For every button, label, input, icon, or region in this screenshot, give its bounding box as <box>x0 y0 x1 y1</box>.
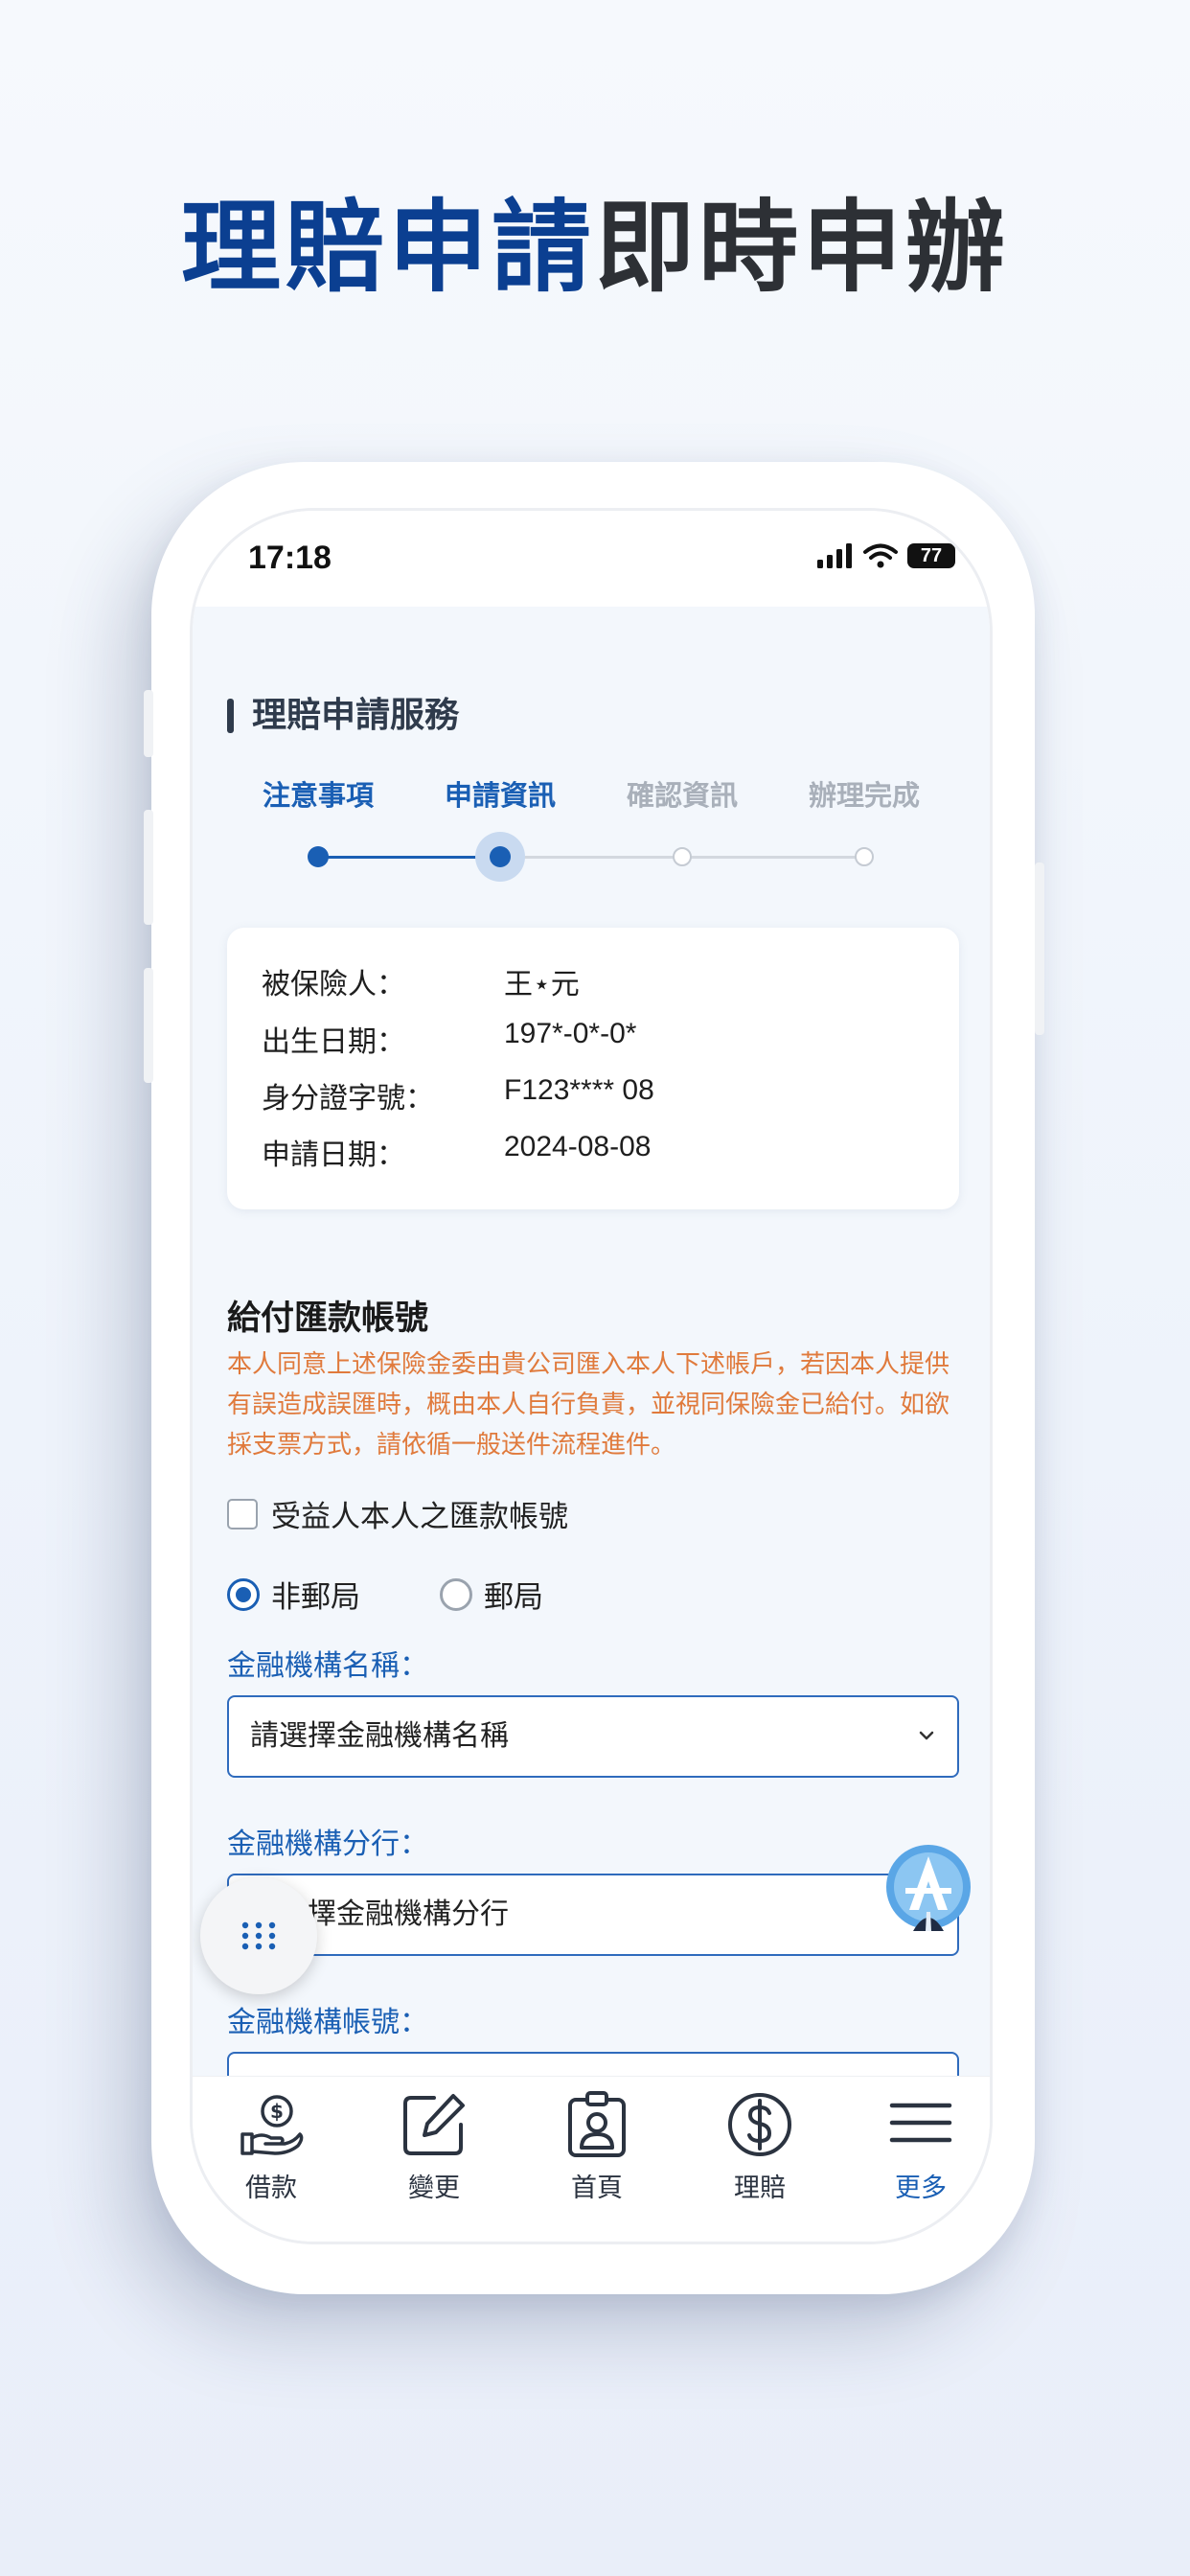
step-dot-done <box>308 846 329 867</box>
step-dot-todo <box>673 847 692 866</box>
promo-headline: 理賠申請即時申辦 <box>0 190 1190 305</box>
progress-stepper: 注意事項 申請資訊 確認資訊 辦理完成 <box>227 773 955 882</box>
branch-select[interactable]: 請選擇金融機構分行 <box>227 1874 959 1956</box>
institution-select-text: 請選擇金融機構名稱 <box>250 1719 509 1753</box>
menu-icon <box>889 2103 952 2143</box>
status-bar: 17:18 77 <box>193 511 990 607</box>
step-label-4: 辦理完成 <box>808 779 920 812</box>
grid-dots-icon <box>241 1921 276 1950</box>
payment-account-title: 給付匯款帳號 <box>227 1300 429 1338</box>
info-key: 身分證字號： <box>262 1082 434 1116</box>
insured-info-card: 被保險人： 王⋆元 出生日期： 197*-0*-0* 身分證字號： F123**… <box>227 928 959 1209</box>
tab-label: 變更 <box>408 2174 460 2203</box>
tab-label: 理賠 <box>734 2174 786 2203</box>
step-dot-todo <box>855 847 874 866</box>
radio-label: 郵局 <box>484 1580 543 1615</box>
edit-icon <box>403 2094 465 2155</box>
main-content[interactable]: 理賠申請服務 注意事項 申請資訊 確認資訊 辦理完成 被保險人： 王⋆元 出生日… <box>193 607 990 2076</box>
radio-button-selected[interactable] <box>227 1577 260 1611</box>
tab-claims[interactable]: 理賠 <box>702 2090 817 2204</box>
phone-screen: 17:18 77 理賠申請服務 注意事項 申請資訊 確認資訊 辦理完成 被保險人… <box>190 508 993 2244</box>
account-label: 金融機構帳號： <box>227 2006 428 2039</box>
phone-side-button <box>144 968 153 1083</box>
phone-side-button <box>144 690 153 757</box>
info-key: 被保險人： <box>262 968 405 1001</box>
headline-blue: 理賠申請 <box>180 189 595 306</box>
step-label-2: 申請資訊 <box>444 779 556 812</box>
radio-post-office[interactable]: 郵局 <box>440 1573 543 1616</box>
dollar-circle-icon <box>728 2093 791 2156</box>
phone-side-button <box>144 810 153 925</box>
phone-side-button <box>1035 862 1044 1035</box>
bottom-tab-bar: $ 借款 變更 首頁 理賠 更多 <box>193 2076 990 2242</box>
svg-text:$: $ <box>270 2100 284 2123</box>
beneficiary-checkbox[interactable] <box>227 1498 258 1530</box>
beneficiary-checkbox-label: 受益人本人之匯款帳號 <box>271 1500 568 1534</box>
info-key: 申請日期： <box>262 1138 405 1172</box>
headline-dark: 即時申辦 <box>595 189 1010 306</box>
tab-label: 首頁 <box>571 2174 623 2203</box>
tab-label: 更多 <box>895 2174 947 2203</box>
step-line-done <box>318 856 500 859</box>
beneficiary-checkbox-row[interactable]: 受益人本人之匯款帳號 <box>227 1492 568 1535</box>
institution-label: 金融機構名稱： <box>227 1649 428 1683</box>
step-dot-current <box>490 846 511 867</box>
id-badge-icon <box>568 2091 626 2157</box>
assistant-avatar-button[interactable] <box>884 1843 973 1931</box>
status-icons: 77 <box>817 543 955 568</box>
info-key: 出生日期： <box>262 1025 405 1059</box>
section-title: 理賠申請服務 <box>227 695 459 737</box>
signal-icon <box>817 543 852 568</box>
step-label-3: 確認資訊 <box>626 779 738 812</box>
info-value: 王⋆元 <box>504 969 580 1000</box>
institution-select[interactable]: 請選擇金融機構名稱 <box>227 1695 959 1778</box>
tab-more[interactable]: 更多 <box>863 2090 978 2204</box>
tab-loan[interactable]: $ 借款 <box>214 2090 329 2204</box>
step-label-1: 注意事項 <box>262 779 374 812</box>
status-time: 17:18 <box>248 540 332 576</box>
info-value: F123**** 08 <box>504 1074 654 1106</box>
tab-home[interactable]: 首頁 <box>539 2090 654 2204</box>
info-value: 197*-0*-0* <box>504 1018 637 1049</box>
radio-non-post-office[interactable]: 非郵局 <box>227 1573 360 1616</box>
quick-menu-button[interactable] <box>200 1877 317 1994</box>
radio-button[interactable] <box>440 1577 472 1611</box>
assistant-avatar-icon <box>886 1845 971 1931</box>
wifi-icon <box>863 543 898 568</box>
loan-hand-coin-icon: $ <box>240 2095 304 2155</box>
branch-label: 金融機構分行： <box>227 1828 428 1861</box>
chevron-down-icon <box>919 1731 934 1740</box>
info-value: 2024-08-08 <box>504 1131 652 1162</box>
account-input[interactable] <box>227 2052 959 2076</box>
payment-notice: 本人同意上述保險金委由貴公司匯入本人下述帳戶，若因本人提供有誤造成誤匯時，概由本… <box>227 1350 950 1460</box>
tab-change[interactable]: 變更 <box>377 2090 492 2204</box>
battery-icon: 77 <box>907 543 955 568</box>
tab-label: 借款 <box>245 2174 297 2203</box>
radio-label: 非郵局 <box>271 1580 360 1615</box>
